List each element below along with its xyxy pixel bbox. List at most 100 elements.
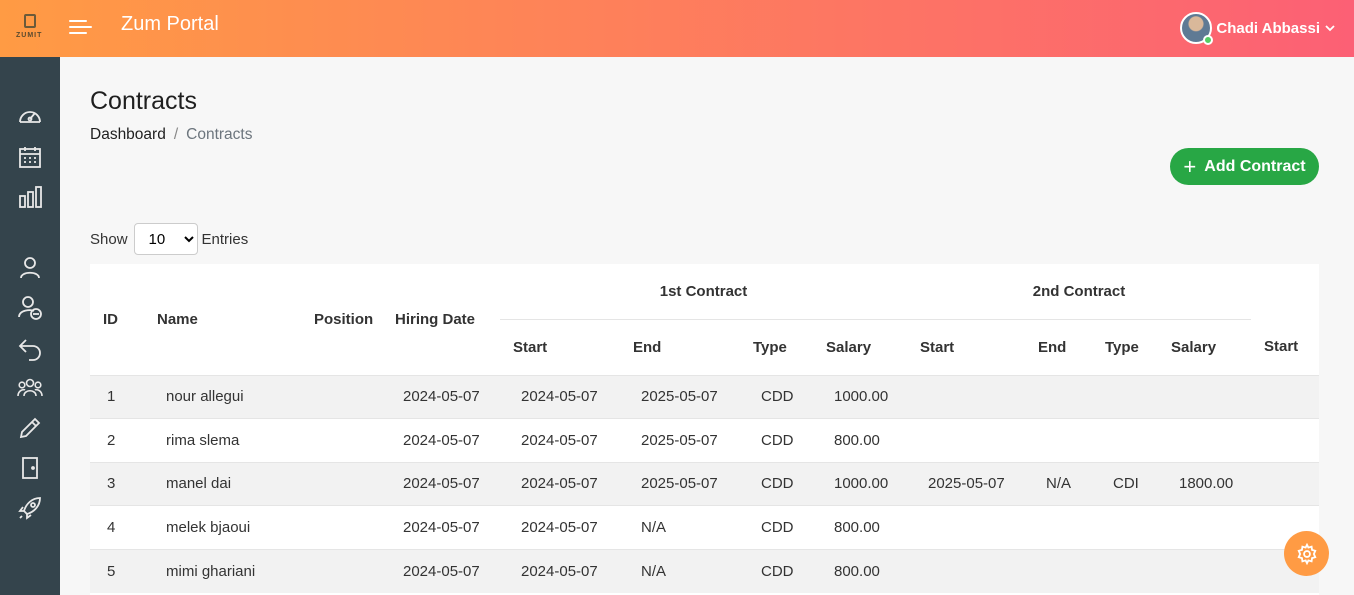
breadcrumb-current: Contracts [186,126,253,143]
cell-c1-end: N/A [620,548,740,593]
col-c2-start[interactable]: Start [907,319,1025,375]
dashboard-icon[interactable] [17,104,43,130]
team-icon[interactable] [17,375,43,401]
col-hiring-date[interactable]: Hiring Date [382,264,500,375]
cell-id: 1 [90,374,144,419]
cell-name: mimi ghariani [144,548,301,593]
cell-name: rima slema [144,418,301,462]
chevron-down-icon [1325,25,1335,32]
cell-c2-salary [1158,505,1251,549]
user-remove-icon[interactable] [17,295,43,321]
cell-c1-salary: 800.00 [813,548,907,593]
cell-c2-end [1025,374,1092,419]
cell-c1-start: 2024-05-07 [500,548,620,593]
menu-toggle-icon[interactable] [69,18,92,36]
cell-hiring: 2024-05-07 [382,505,500,549]
page-title: Contracts [90,87,197,115]
settings-button[interactable] [1284,531,1329,576]
cell-position [301,461,382,506]
cell-c2-type: CDI [1092,461,1158,506]
breadcrumb-home[interactable]: Dashboard [90,126,166,143]
col-position[interactable]: Position [301,264,382,375]
cell-c1-type: CDD [740,418,813,462]
entries-label: Entries [201,230,249,248]
cell-c3-start [1251,461,1319,506]
user-menu[interactable]: Chadi Abbassi [1180,12,1336,45]
plus-icon: + [1183,153,1197,179]
col-c2-type[interactable]: Type [1092,319,1158,375]
cell-hiring: 2024-05-07 [382,374,500,419]
company-logo[interactable]: ZUMIT [14,12,46,44]
online-status-icon [1203,35,1214,45]
cell-c1-type: CDD [740,505,813,549]
cell-c2-start: 2025-05-07 [907,461,1025,506]
cell-c2-type [1092,374,1158,419]
cell-name: manel dai [144,461,301,506]
table-row[interactable]: 2 rima slema 2024-05-07 2024-05-07 2025-05-0… [90,418,1319,462]
cell-id: 2 [90,418,144,462]
table-row[interactable]: 1 nour allegui 2024-05-07 2024-05-07 2025-05… [90,374,1319,419]
breadcrumb-separator: / [173,126,179,143]
col-c3-start[interactable]: Start [1251,319,1319,375]
col-group-1st-contract: 1st Contract [500,264,907,320]
col-c2-salary[interactable]: Salary [1158,319,1251,375]
cell-c2-start [907,548,1025,593]
cell-c2-type [1092,548,1158,593]
cell-c3-start [1251,374,1319,419]
cell-c2-salary [1158,374,1251,419]
avatar [1180,12,1214,45]
add-contract-label: Add Contract [1204,157,1306,175]
table-row[interactable]: 3 manel dai 2024-05-07 2024-05-07 2025-05-07… [90,461,1319,506]
cell-c1-start: 2024-05-07 [500,374,620,419]
cell-c2-end: N/A [1025,461,1092,506]
calendar-icon[interactable] [17,144,43,170]
cell-c2-start [907,374,1025,419]
col-id[interactable]: ID [90,264,144,375]
col-c1-end[interactable]: End [620,319,740,375]
cell-c2-end [1025,505,1092,549]
cell-name: nour allegui [144,374,301,419]
cell-c1-start: 2024-05-07 [500,461,620,506]
cell-id: 5 [90,548,144,593]
door-icon[interactable] [17,455,43,481]
cell-c2-salary: 1800.00 [1158,461,1251,506]
table-row[interactable]: 5 mimi ghariani 2024-05-07 2024-05-07 N/A CDD… [90,548,1319,593]
contracts-table: ID Name Position Hiring Date 1st Contrac… [90,264,1319,595]
cell-c1-end: 2025-05-07 [620,461,740,506]
top-header: ZUMIT Zum Portal Chadi Abbassi [0,0,1354,57]
cell-c1-salary: 800.00 [813,505,907,549]
cell-hiring: 2024-05-07 [382,548,500,593]
cell-hiring: 2024-05-07 [382,418,500,462]
chart-icon[interactable] [17,184,43,210]
cell-id: 4 [90,505,144,549]
cell-c1-salary: 1000.00 [813,461,907,506]
col-name[interactable]: Name [144,264,301,375]
cell-name: melek bjaoui [144,505,301,549]
sidebar [0,57,60,595]
cell-c3-start [1251,418,1319,462]
rocket-icon[interactable] [17,495,43,521]
col-c1-salary[interactable]: Salary [813,319,907,375]
cell-c2-start [907,418,1025,462]
cell-c1-type: CDD [740,461,813,506]
col-c1-type[interactable]: Type [740,319,813,375]
col-group-2nd-contract: 2nd Contract [907,264,1251,320]
col-group-spacer [1251,264,1319,319]
undo-icon[interactable] [17,335,43,361]
cell-c2-type [1092,418,1158,462]
col-c2-end[interactable]: End [1025,319,1092,375]
add-contract-button[interactable]: + Add Contract [1170,148,1319,185]
cell-c1-type: CDD [740,548,813,593]
pencil-icon[interactable] [17,415,43,441]
col-c1-start[interactable]: Start [500,319,620,375]
logo-text: ZUMIT [16,32,43,39]
cell-c1-end: 2025-05-07 [620,374,740,419]
table-row[interactable]: 4 melek bjaoui 2024-05-07 2024-05-07 N/A CDD 8… [90,505,1319,549]
entries-select[interactable]: 10 [133,223,198,255]
user-icon[interactable] [17,255,43,281]
cell-c1-end: 2025-05-07 [620,418,740,462]
cell-position [301,418,382,462]
cell-c1-start: 2024-05-07 [500,418,620,462]
entries-control: Show 10 Entries [90,223,248,255]
cell-position [301,505,382,549]
